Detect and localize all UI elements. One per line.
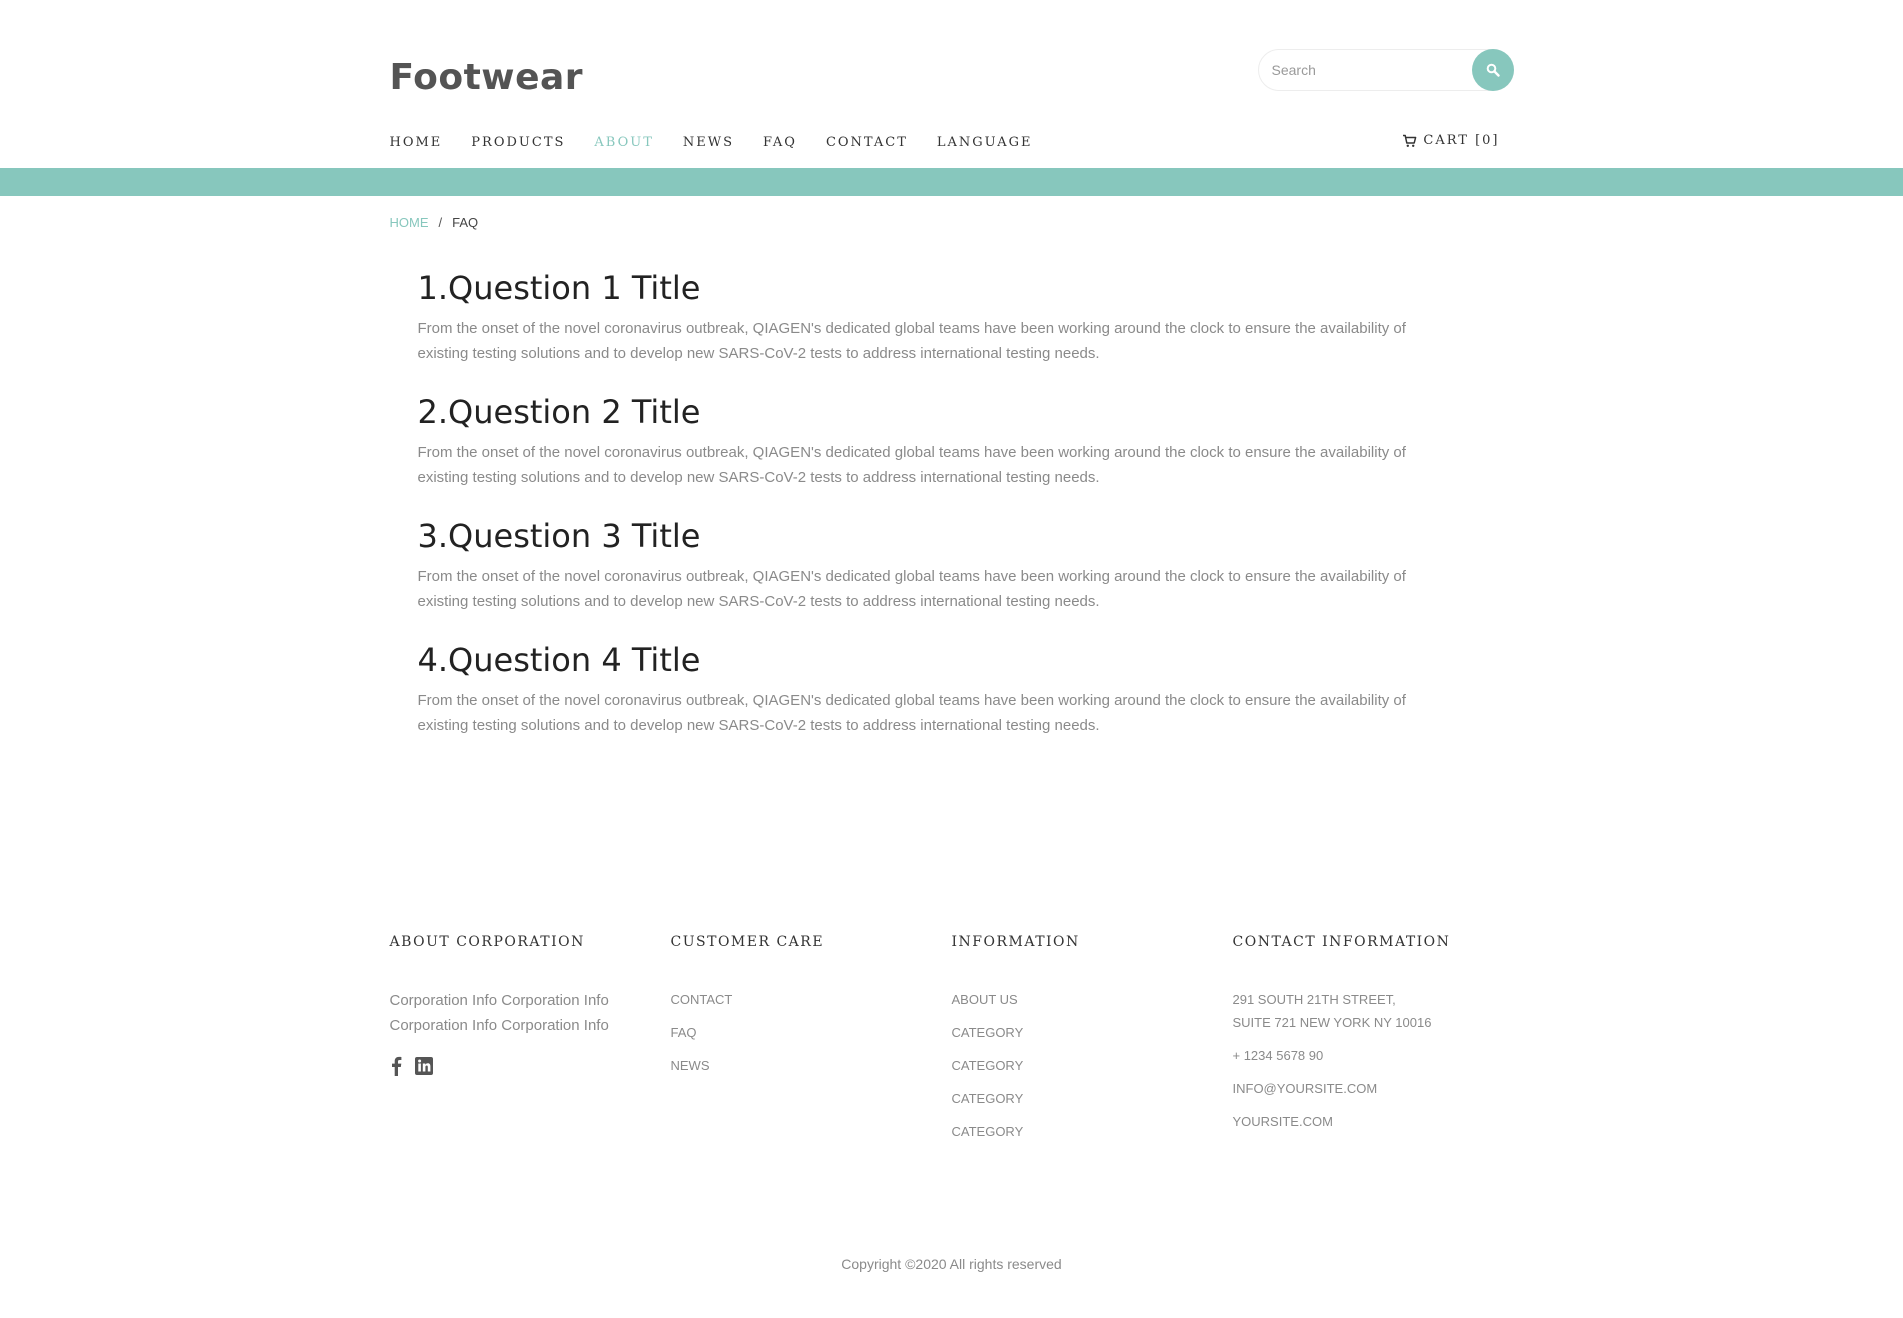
footer-link-news[interactable]: NEWS — [671, 1058, 710, 1073]
cart-label: CART [0] — [1423, 133, 1500, 148]
faq-question-title: 3.Question 3 Title — [417, 517, 701, 555]
footer-link-category[interactable]: CATEGORY — [952, 1025, 1024, 1040]
faq-answer: From the onset of the novel coronavirus … — [417, 568, 1406, 610]
linkedin-icon[interactable] — [414, 1056, 434, 1076]
footer-link-faq[interactable]: FAQ — [671, 1025, 697, 1040]
cart-link[interactable]: CART [0] — [1402, 133, 1499, 148]
footer-customer-care: CUSTOMER CARE CONTACT FAQ NEWS — [671, 932, 952, 1153]
faq-item: 1.Question 1 Title From the onset of the… — [418, 268, 1450, 366]
faq-item: 2.Question 2 Title From the onset of the… — [418, 392, 1450, 490]
footer-address: 291 SOUTH 21TH STREET, SUITE 721 NEW YOR… — [1233, 988, 1514, 1034]
site-header: Footwear HOME PRODUCTS ABOUT NEWS — [390, 0, 1514, 168]
footer-contact: CONTACT INFORMATION 291 SOUTH 21TH STREE… — [1233, 932, 1514, 1153]
address-line-2: SUITE 721 NEW YORK NY 10016 — [1232, 1015, 1432, 1030]
nav-products[interactable]: PRODUCTS — [471, 135, 565, 151]
footer-about: ABOUT CORPORATION Corporation Info Corpo… — [390, 932, 671, 1153]
footer-about-text: Corporation Info Corporation Info Corpor… — [389, 992, 609, 1034]
site-logo[interactable]: Footwear — [390, 57, 584, 98]
footer-link-contact[interactable]: CONTACT — [671, 992, 733, 1007]
faq-answer: From the onset of the novel coronavirus … — [417, 692, 1406, 734]
footer-heading-customer-care: CUSTOMER CARE — [670, 934, 825, 950]
nav-contact[interactable]: CONTACT — [826, 135, 908, 151]
footer-link-category[interactable]: CATEGORY — [952, 1058, 1024, 1073]
footer-link-category[interactable]: CATEGORY — [952, 1124, 1024, 1139]
faq-item: 4.Question 4 Title From the onset of the… — [418, 640, 1450, 738]
facebook-icon[interactable] — [390, 1056, 402, 1076]
nav-home[interactable]: HOME — [390, 135, 443, 151]
footer-link-about-us[interactable]: ABOUT US — [952, 992, 1018, 1007]
nav-language[interactable]: LANGUAGE — [937, 135, 1033, 151]
footer-website-link[interactable]: YOURSITE.COM — [1233, 1114, 1333, 1129]
nav-faq[interactable]: FAQ — [763, 135, 797, 151]
search-icon — [1486, 63, 1500, 77]
faq-question-title: 2.Question 2 Title — [417, 393, 701, 431]
breadcrumb-home-link[interactable]: HOME — [390, 215, 429, 230]
footer-link-category[interactable]: CATEGORY — [952, 1091, 1024, 1106]
cart-icon — [1402, 134, 1417, 148]
address-line-1: 291 SOUTH 21TH STREET, — [1232, 992, 1396, 1007]
faq-list: 1.Question 1 Title From the onset of the… — [390, 253, 1450, 738]
main-nav: HOME PRODUCTS ABOUT NEWS FAQ CONTACT LAN… — [390, 135, 1062, 151]
search-button[interactable] — [1471, 49, 1514, 91]
faq-question-title: 1.Question 1 Title — [417, 269, 701, 307]
footer-information: INFORMATION ABOUT US CATEGORY CATEGORY C… — [952, 932, 1233, 1153]
copyright: Copyright ©2020 All rights reserved — [841, 1256, 1062, 1272]
social-links — [390, 1056, 671, 1076]
faq-answer: From the onset of the novel coronavirus … — [417, 320, 1406, 362]
nav-about[interactable]: ABOUT — [594, 135, 653, 151]
footer-phone: + 1234 5678 90 — [1232, 1048, 1324, 1063]
search-box — [1257, 49, 1514, 91]
page: Footwear HOME PRODUCTS ABOUT NEWS — [0, 0, 1903, 1318]
faq-question-title: 4.Question 4 Title — [417, 641, 701, 679]
breadcrumb-separator: / — [438, 215, 443, 230]
footer-heading-about: ABOUT CORPORATION — [389, 934, 585, 950]
footer-heading-contact: CONTACT INFORMATION — [1232, 934, 1451, 950]
faq-item: 3.Question 3 Title From the onset of the… — [418, 516, 1450, 614]
header-divider-bar — [0, 168, 1903, 196]
search-input[interactable] — [1259, 51, 1470, 89]
footer-heading-information: INFORMATION — [951, 934, 1080, 950]
nav-news[interactable]: NEWS — [683, 135, 734, 151]
site-footer: ABOUT CORPORATION Corporation Info Corpo… — [390, 932, 1514, 1318]
faq-answer: From the onset of the novel coronavirus … — [417, 444, 1406, 486]
breadcrumb: HOME / FAQ — [390, 196, 1514, 253]
breadcrumb-current: FAQ — [452, 215, 479, 230]
footer-email-link[interactable]: INFO@YOURSITE.COM — [1233, 1081, 1378, 1096]
